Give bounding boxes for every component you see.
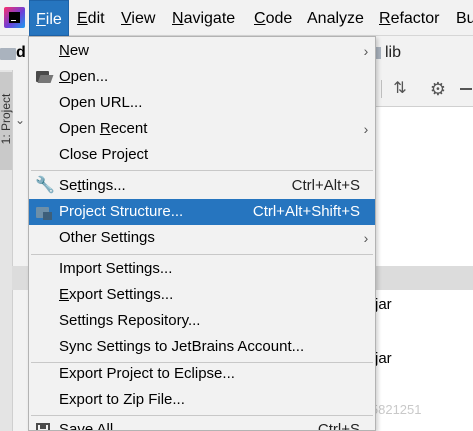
save-icon	[36, 423, 50, 430]
collapse-all-icon[interactable]: ⇅	[391, 80, 409, 98]
project-tool-tab-label: 1: Project	[0, 93, 13, 145]
tree-item-jar[interactable]: jar	[375, 296, 392, 313]
menu-item-settings[interactable]: 🔧 Settings... Ctrl+Alt+S	[29, 173, 375, 199]
menu-file[interactable]: File	[29, 0, 69, 36]
menu-refactor[interactable]: Refactor	[379, 0, 439, 36]
intellij-logo-icon[interactable]	[4, 7, 25, 28]
menu-item-other-settings[interactable]: Other Settings ›	[29, 225, 375, 251]
menu-view[interactable]: View	[121, 0, 155, 36]
menu-code[interactable]: Code	[254, 0, 292, 36]
project-folder-icon	[0, 48, 16, 60]
menu-item-open[interactable]: Open...	[29, 64, 375, 90]
menu-analyze[interactable]: Analyze	[307, 0, 364, 36]
menu-item-export-settings[interactable]: Export Settings...	[29, 282, 375, 308]
menu-item-settings-repository[interactable]: Settings Repository...	[29, 308, 375, 334]
project-name-partial[interactable]: d	[16, 44, 26, 62]
menu-item-open-url[interactable]: Open URL...	[29, 90, 375, 116]
menu-separator	[31, 415, 373, 416]
menu-separator	[31, 254, 373, 255]
menu-edit[interactable]: Edit	[77, 0, 105, 36]
submenu-arrow-icon: ›	[363, 43, 369, 59]
shortcut-label: Ctrl+S	[317, 421, 360, 431]
tree-expand-arrow-icon[interactable]: ⌄	[15, 113, 25, 127]
menu-item-save-all[interactable]: Save All Ctrl+S	[29, 417, 375, 431]
menu-item-new[interactable]: New ›	[29, 38, 375, 64]
shortcut-label: Ctrl+Alt+S	[291, 177, 360, 194]
shortcut-label: Ctrl+Alt+Shift+S	[252, 203, 360, 220]
breadcrumb-lib[interactable]: lib	[385, 44, 401, 62]
file-menu-dropdown: New › Open... Open URL... Open Recent › …	[28, 36, 376, 431]
menu-item-export-zip[interactable]: Export to Zip File...	[29, 387, 375, 413]
menu-item-open-recent[interactable]: Open Recent ›	[29, 116, 375, 142]
menu-item-sync-settings[interactable]: Sync Settings to JetBrains Account...	[29, 334, 375, 360]
menu-separator	[31, 170, 373, 171]
menu-item-project-structure[interactable]: Project Structure... Ctrl+Alt+Shift+S	[29, 199, 375, 225]
menu-build[interactable]: Build	[456, 0, 473, 36]
submenu-arrow-icon: ›	[363, 121, 369, 137]
menu-navigate[interactable]: Navigate	[172, 0, 235, 36]
gear-icon[interactable]: ⚙	[428, 79, 448, 99]
wrench-icon: 🔧	[35, 177, 55, 194]
tree-item-jar[interactable]: jar	[375, 350, 392, 367]
tool-window-header: ⇅ ⚙	[375, 72, 473, 107]
open-folder-icon	[35, 69, 54, 85]
menu-item-close-project[interactable]: Close Project	[29, 142, 375, 168]
minimize-icon[interactable]	[460, 88, 472, 90]
main-menu-bar: File Edit View Navigate Code Analyze Ref…	[0, 0, 473, 36]
submenu-arrow-icon: ›	[363, 230, 369, 246]
toolbar-separator	[381, 80, 382, 98]
project-structure-icon	[35, 204, 52, 220]
menu-item-import-settings[interactable]: Import Settings...	[29, 256, 375, 282]
menu-item-export-to-eclipse[interactable]: Export Project to Eclipse...	[29, 361, 375, 387]
